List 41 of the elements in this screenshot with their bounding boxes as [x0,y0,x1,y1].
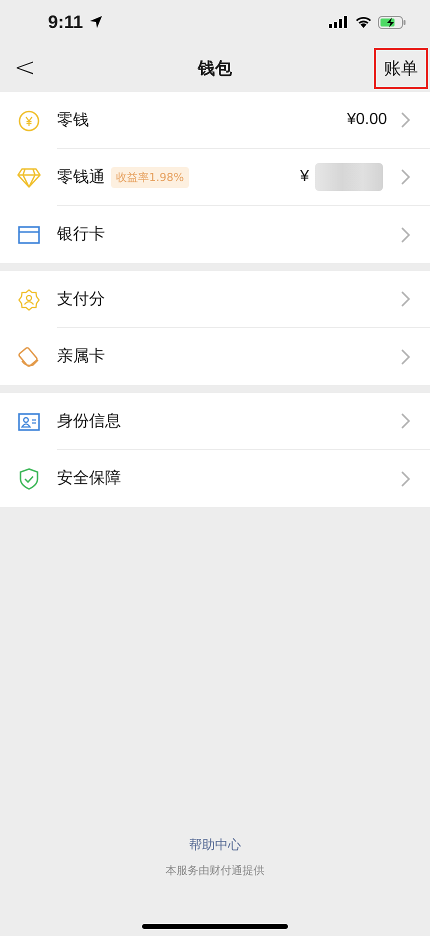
signal-icon [329,16,349,28]
item-value: ¥ [300,168,309,186]
item-label: 亲属卡 [57,346,105,367]
menu-item[interactable]: 零钱 ¥0.00 [0,92,430,149]
chevron-icon [401,112,410,128]
family-card-icon [18,346,40,368]
chevron-icon [401,470,410,486]
menu-item[interactable]: 身份信息 [0,393,430,450]
status-time: 9:11 [48,12,84,32]
item-label: 支付分 [57,288,105,310]
item-label: 银行卡 [57,224,105,245]
menu-item[interactable]: 亲属卡 [0,328,430,385]
chevron-icon [401,348,410,364]
item-label: 零钱 [57,110,89,130]
battery-icon [378,16,406,28]
page-title: 钱包 [198,58,232,80]
menu-item[interactable]: 零钱通 收益率1.98% ¥ [0,149,430,206]
rate-tag: 收益率1.98% [111,166,189,188]
bank-card-icon [18,226,40,244]
item-label: 身份信息 [57,410,121,432]
help-center-link[interactable]: 帮助中心 [189,836,241,854]
item-label: 安全保障 [57,468,121,489]
diamond-icon [16,168,40,188]
item-label: 零钱通 [57,166,105,188]
menu-item[interactable]: 支付分 [0,271,430,328]
menu-item[interactable]: 安全保障 [0,450,430,507]
chevron-icon [401,226,410,242]
item-value: ¥0.00 [346,111,387,129]
bill-button[interactable]: 账单 [374,48,428,88]
back-button[interactable]: < [0,53,50,83]
location-icon [89,15,104,29]
chevron-icon [401,169,410,185]
chevron-icon [401,291,410,307]
id-card-icon [18,412,40,430]
chevron-icon [401,413,410,429]
wifi-icon [355,16,372,28]
provider-note: 本服务由财付通提供 [166,863,264,878]
menu-item[interactable]: 银行卡 [0,206,430,263]
yen-coin-icon [18,110,40,132]
shield-icon [18,468,38,490]
badge-icon [18,288,40,310]
